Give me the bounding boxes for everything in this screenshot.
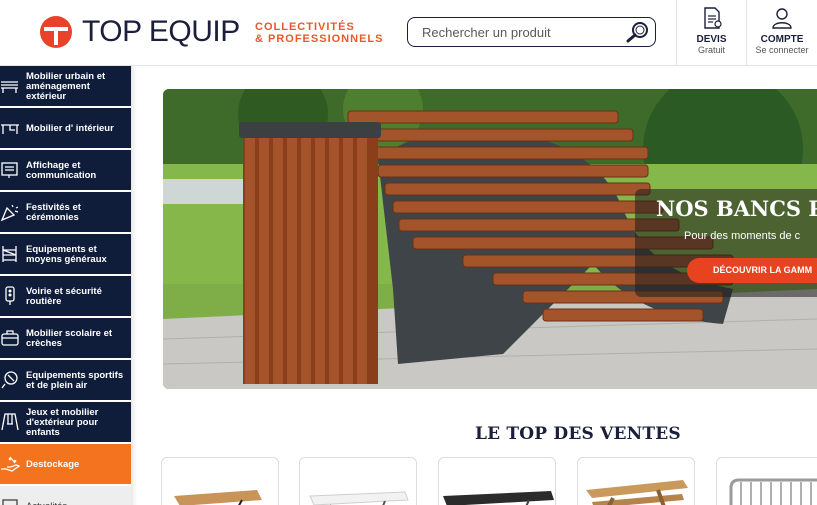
product-card-crowd-barrier[interactable] bbox=[716, 457, 817, 505]
tagline-line-1: COLLECTIVITÉS bbox=[255, 21, 355, 33]
sidebar-item-label: Destockage bbox=[26, 458, 80, 470]
search-icon[interactable] bbox=[625, 20, 651, 44]
sidebar-item-voirie[interactable]: Voirie et sécurité routière bbox=[0, 276, 131, 317]
discount-hand-icon bbox=[1, 456, 20, 472]
wooden-picnic-table-image bbox=[586, 480, 688, 505]
account-sublabel: Se connecter bbox=[755, 45, 809, 55]
sidebar-item-jeux-enfants[interactable]: Jeux et mobilier d'extérieur pour enfant… bbox=[0, 402, 131, 443]
bench-icon bbox=[1, 81, 18, 93]
brand-tagline: COLLECTIVITÉS & PROFESSIONNELS bbox=[255, 21, 383, 45]
logo-wordmark: TOP EQUIP bbox=[82, 15, 240, 48]
shelving-icon bbox=[2, 246, 17, 262]
crowd-barrier-image bbox=[729, 478, 817, 505]
sidebar-item-label: Voirie et sécurité routière bbox=[26, 285, 102, 307]
product-card-black-folding-table[interactable] bbox=[438, 457, 556, 505]
sidebar-item-sportifs[interactable]: Equipements sportifs et de plein air bbox=[0, 360, 131, 401]
swing-icon bbox=[1, 413, 19, 431]
sidebar-item-label: Jeux et mobilier d'extérieur pour enfant… bbox=[26, 406, 99, 438]
confetti-icon bbox=[0, 204, 19, 222]
sidebar-item-label: Equipements sportifs et de plein air bbox=[26, 369, 124, 391]
sidebar-item-affichage[interactable]: Affichage et communication bbox=[0, 150, 131, 191]
sport-icon bbox=[1, 371, 18, 389]
sidebar-item-equipements[interactable]: Equipements et moyens généraux bbox=[0, 234, 131, 275]
product-card-wood-folding-table[interactable] bbox=[161, 457, 279, 505]
logo-mark-icon bbox=[40, 16, 72, 48]
top-sales-title: LE TOP DES VENTES bbox=[475, 424, 681, 444]
sidebar-item-scolaire[interactable]: Mobilier scolaire et crèches bbox=[0, 318, 131, 359]
user-icon bbox=[772, 8, 792, 29]
hero-subtitle: Pour des moments de c bbox=[684, 230, 801, 242]
traffic-light-icon bbox=[5, 286, 15, 305]
wood-folding-table-image bbox=[174, 490, 262, 505]
desk-icon bbox=[1, 124, 19, 134]
sidebar-item-mobilier-interieur[interactable]: Mobilier d' intérieur bbox=[0, 108, 131, 149]
sidebar-item-festivites[interactable]: Festivités et cérémonies bbox=[0, 192, 131, 233]
sidebar-item-label: Mobilier scolaire et crèches bbox=[26, 327, 113, 349]
sidebar-item-label: Mobilier urbain et aménagement extérieur bbox=[26, 70, 106, 102]
page: TOP EQUIP COLLECTIVITÉS & PROFESSIONNELS… bbox=[0, 0, 817, 505]
search-input[interactable] bbox=[422, 23, 622, 41]
sidebar-item-label: Actualités bbox=[26, 486, 129, 505]
hero-title: NOS BANCS PU bbox=[656, 196, 817, 221]
category-sidebar: Mobilier urbain et aménagement extérieur… bbox=[0, 66, 131, 505]
sidebar-item-destockage[interactable]: Destockage bbox=[0, 444, 131, 485]
account-button[interactable]: COMPTE Se connecter bbox=[746, 0, 817, 66]
white-folding-table-image bbox=[309, 491, 409, 505]
search-box bbox=[407, 17, 656, 47]
news-icon bbox=[2, 499, 18, 505]
sidebar-item-label: Equipements et moyens généraux bbox=[26, 243, 107, 265]
black-folding-table-image bbox=[443, 491, 554, 505]
brand-logo[interactable]: TOP EQUIP bbox=[40, 15, 245, 51]
product-card-white-folding-table[interactable] bbox=[299, 457, 417, 505]
quote-document-icon bbox=[704, 7, 722, 29]
sidebar-item-mobilier-urbain[interactable]: Mobilier urbain et aménagement extérieur bbox=[0, 66, 131, 107]
display-board-icon bbox=[1, 162, 18, 178]
sidebar-item-actualites[interactable]: Actualités bbox=[0, 486, 131, 505]
site-header: TOP EQUIP COLLECTIVITÉS & PROFESSIONNELS… bbox=[0, 0, 817, 66]
quote-label: DEVIS bbox=[696, 34, 727, 45]
quote-sublabel: Gratuit bbox=[697, 45, 725, 55]
tagline-line-2: & PROFESSIONNELS bbox=[255, 33, 384, 45]
school-bag-icon bbox=[1, 330, 19, 346]
hero-cta-button[interactable]: DÉCOUVRIR LA GAMM bbox=[687, 258, 817, 283]
sidebar-item-label: Affichage et communication bbox=[26, 159, 97, 181]
sidebar-shadow bbox=[131, 66, 137, 505]
sidebar-item-label: Mobilier d' intérieur bbox=[26, 122, 114, 134]
sidebar-item-label: Festivités et cérémonies bbox=[26, 201, 81, 223]
account-label: COMPTE bbox=[760, 34, 804, 45]
hero-banner[interactable]: NOS BANCS PU Pour des moments de c DÉCOU… bbox=[163, 89, 817, 389]
product-card-wooden-picnic-table[interactable] bbox=[577, 457, 695, 505]
quote-button[interactable]: DEVIS Gratuit bbox=[676, 0, 746, 66]
